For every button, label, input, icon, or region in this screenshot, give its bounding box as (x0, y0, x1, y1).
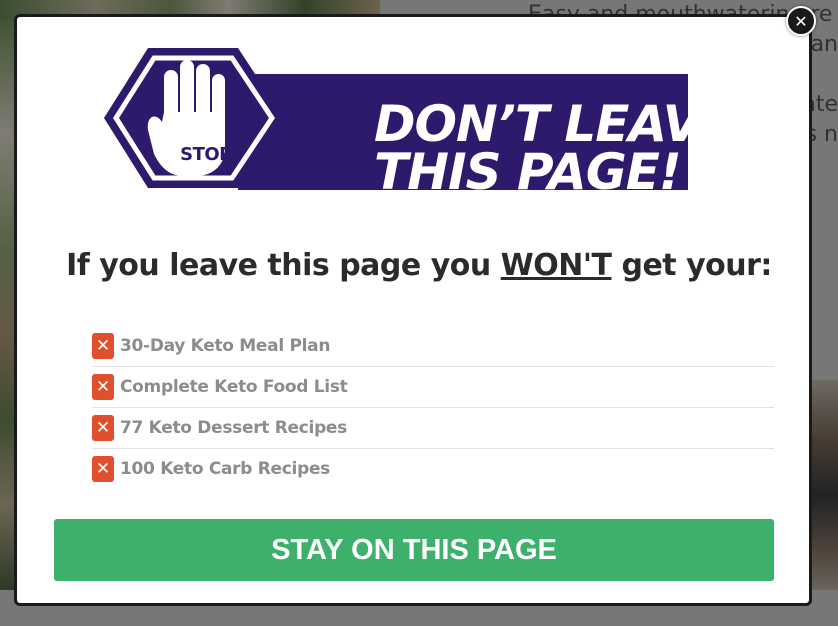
benefit-label: 77 Keto Dessert Recipes (120, 418, 347, 438)
benefit-label: 100 Keto Carb Recipes (120, 459, 330, 479)
modal-headline: If you leave this page you WON'T get you… (0, 248, 838, 283)
banner-title: DON’T LEAVE THIS PAGE! (374, 95, 774, 201)
x-icon: ✕ (92, 374, 114, 400)
benefits-list: ✕ 30-Day Keto Meal Plan ✕ Complete Keto … (92, 326, 774, 489)
headline-before: If you leave this page you (66, 248, 501, 283)
stop-label: STOP (180, 144, 232, 165)
close-button[interactable]: ✕ (786, 6, 816, 36)
headline-after: get your: (611, 248, 772, 283)
banner-line-2: THIS PAGE! (374, 143, 682, 201)
benefit-label: Complete Keto Food List (120, 377, 348, 397)
x-icon: ✕ (92, 333, 114, 359)
banner-line-1: DON’T LEAVE (374, 95, 735, 153)
headline-emphasis: WON'T (500, 248, 612, 283)
list-item: ✕ 77 Keto Dessert Recipes (92, 408, 774, 449)
list-item: ✕ Complete Keto Food List (92, 367, 774, 408)
close-icon: ✕ (794, 11, 808, 31)
list-item: ✕ 100 Keto Carb Recipes (92, 449, 774, 489)
dont-leave-banner: DON’T LEAVE THIS PAGE! (88, 30, 735, 206)
stay-on-page-button[interactable]: STAY ON THIS PAGE (54, 519, 774, 581)
benefit-label: 30-Day Keto Meal Plan (120, 336, 331, 356)
list-item: ✕ 30-Day Keto Meal Plan (92, 326, 774, 367)
x-icon: ✕ (92, 415, 114, 441)
x-icon: ✕ (92, 456, 114, 482)
